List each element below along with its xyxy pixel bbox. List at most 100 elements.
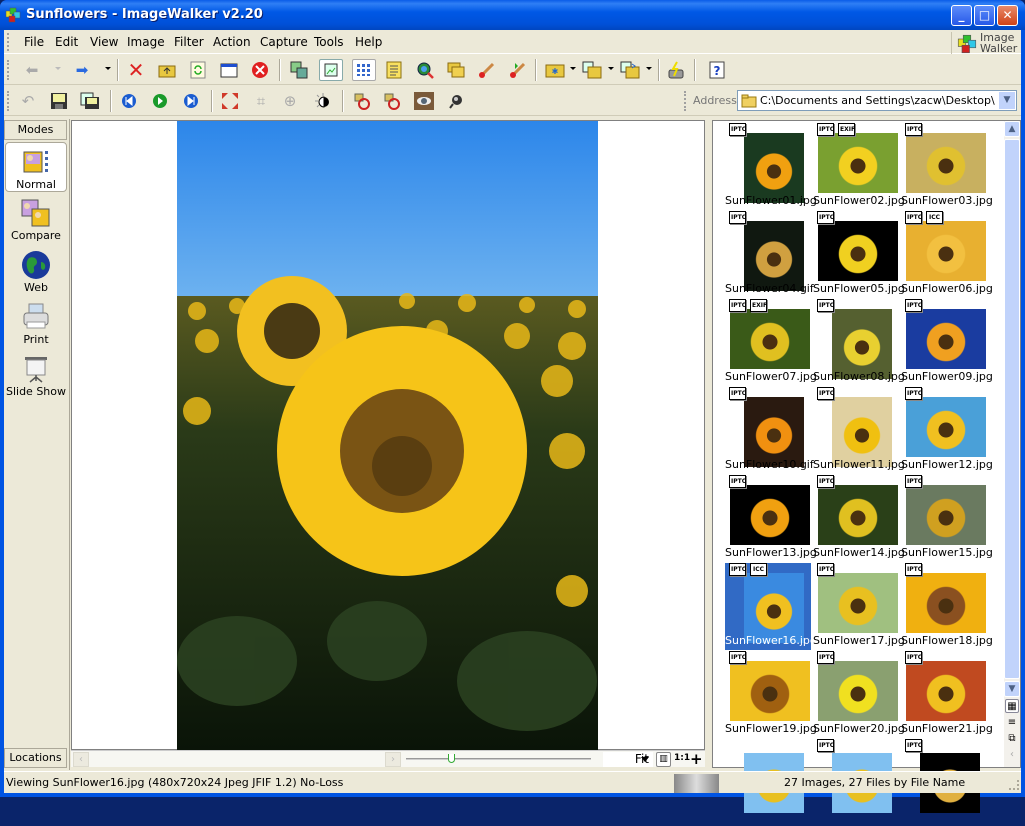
copy-to-icon[interactable]: [582, 60, 602, 80]
zoom-fit-button[interactable]: ▥: [656, 752, 671, 767]
toolbar-grip[interactable]: [7, 60, 10, 80]
rotate-right-icon[interactable]: [382, 91, 402, 111]
menu-view[interactable]: View: [90, 35, 118, 49]
grid-view-icon[interactable]: ▦: [1005, 699, 1019, 713]
scroll-left-button[interactable]: ‹: [73, 752, 89, 767]
notes-icon[interactable]: [384, 60, 404, 80]
mode-normal[interactable]: Normal: [5, 142, 67, 192]
thumbnail-vertical-scrollbar[interactable]: ▲ ▼ ▦ ≡ ⧉ ‹: [1004, 121, 1020, 767]
image-viewer[interactable]: [71, 120, 705, 751]
thumbnail-item[interactable]: IPTC SunFlower17.jpg: [813, 563, 905, 650]
mode-print[interactable]: Print: [5, 298, 67, 348]
web-search-icon[interactable]: [415, 60, 435, 80]
red-eye-icon[interactable]: [414, 91, 434, 111]
scroll-right-button[interactable]: ›: [385, 752, 401, 767]
save-icon[interactable]: [49, 91, 69, 111]
zoom-slider-thumb[interactable]: [448, 754, 456, 763]
batch-convert-icon[interactable]: [289, 60, 309, 80]
new-folder-dropdown-icon[interactable]: [570, 67, 576, 70]
thumbnail-item[interactable]: IPTC SunFlower11.jpg: [813, 387, 905, 474]
locations-button[interactable]: Locations: [4, 748, 67, 768]
new-folder-icon[interactable]: ✱: [545, 60, 565, 80]
previous-image-icon[interactable]: [119, 91, 139, 111]
thumbnail-pane[interactable]: IPTC SunFlower01.jpg IPTC EXIF SunFlower02.j…: [712, 120, 1021, 813]
move-to-icon[interactable]: [620, 60, 640, 80]
zoom-slider[interactable]: [406, 754, 591, 763]
new-window-icon[interactable]: [219, 60, 239, 80]
thumbnail-item[interactable]: IPTC SunFlower20.jpg: [813, 651, 905, 738]
detail-view-icon[interactable]: ⧉: [1005, 732, 1019, 746]
thumbnail-item[interactable]: IPTC SunFlower03.jpg: [901, 123, 993, 210]
address-grip[interactable]: [684, 91, 687, 111]
menu-help[interactable]: Help: [355, 35, 382, 49]
thumbnail-item[interactable]: IPTC SunFlower12.jpg: [901, 387, 993, 474]
refresh-icon[interactable]: [188, 60, 208, 80]
thumbnail-item[interactable]: IPTC SunFlower01.jpg: [725, 123, 817, 210]
thumbnail-item[interactable]: IPTC EXIF SunFlower02.jpg: [813, 123, 905, 210]
move-to-dropdown-icon[interactable]: [646, 67, 652, 70]
next-image-icon[interactable]: [181, 91, 201, 111]
folders-icon[interactable]: [446, 60, 466, 80]
scroll-up-button[interactable]: ▲: [1004, 121, 1020, 137]
auto-touch-up-icon[interactable]: [508, 60, 528, 80]
menu-edit[interactable]: Edit: [55, 35, 78, 49]
forward-dropdown-icon[interactable]: [105, 67, 111, 70]
forward-icon[interactable]: ➡: [72, 60, 92, 80]
thumbnail-item[interactable]: IPTC SunFlower08.jpg: [813, 299, 905, 386]
back-icon[interactable]: ⬅: [22, 60, 42, 80]
zoom-in-button[interactable]: +: [690, 750, 703, 768]
menu-grip[interactable]: [7, 33, 10, 51]
mode-web[interactable]: Web: [5, 246, 67, 296]
mode-slide-show[interactable]: Slide Show: [5, 350, 67, 400]
close-image-icon[interactable]: [250, 60, 270, 80]
help-icon[interactable]: ?: [707, 60, 727, 80]
collapse-icon[interactable]: ‹: [1005, 748, 1019, 762]
thumbnail-item[interactable]: IPTC SunFlower10.gif: [725, 387, 814, 474]
zoom-dropdown-icon[interactable]: [641, 757, 649, 762]
thumbnail-item[interactable]: IPTC SunFlower18.jpg: [901, 563, 993, 650]
thumbnail-item[interactable]: IPTC EXIF SunFlower07.jpg: [725, 299, 817, 386]
back-dropdown-icon[interactable]: [55, 67, 61, 70]
undo-icon[interactable]: ↶: [18, 91, 38, 111]
menu-action[interactable]: Action: [213, 35, 251, 49]
thumbnail-item[interactable]: IPTC ICC SunFlower16.jpg: [725, 563, 817, 650]
scroll-down-button[interactable]: ▼: [1004, 681, 1020, 697]
list-view-icon[interactable]: ≡: [1005, 716, 1019, 730]
menu-file[interactable]: File: [24, 35, 44, 49]
resize-grip-icon[interactable]: [1009, 780, 1019, 790]
copy-to-dropdown-icon[interactable]: [608, 67, 614, 70]
up-folder-icon[interactable]: [157, 60, 177, 80]
brightness-icon[interactable]: [313, 91, 333, 111]
address-dropdown-button[interactable]: ▼: [999, 92, 1015, 109]
toolbar-grip[interactable]: [7, 91, 10, 111]
address-field[interactable]: C:\Documents and Settings\zacw\Desktop\I…: [737, 90, 1017, 111]
menu-capture[interactable]: Capture: [260, 35, 308, 49]
rotate-left-icon[interactable]: [352, 91, 372, 111]
thumbnail-item[interactable]: IPTC ICC SunFlower06.jpg: [901, 211, 993, 298]
viewer-horizontal-scrollbar[interactable]: ‹ › Fit ▥ 1:1 +: [71, 750, 705, 768]
delete-icon[interactable]: ✕: [126, 60, 146, 80]
effects-icon[interactable]: [446, 91, 466, 111]
menu-filter[interactable]: Filter: [174, 35, 204, 49]
touch-up-icon[interactable]: [477, 60, 497, 80]
title-bar[interactable]: Sunflowers - ImageWalker v2.20 _ □ ✕: [0, 0, 1025, 30]
minimize-button[interactable]: _: [951, 5, 972, 26]
thumbnail-item[interactable]: IPTC SunFlower21.jpg: [901, 651, 993, 738]
thumbnail-item[interactable]: IPTC SunFlower19.jpg: [725, 651, 817, 738]
thumbnail-item[interactable]: IPTC SunFlower13.jpg: [725, 475, 817, 562]
thumbnail-item[interactable]: IPTC SunFlower05.jpg: [813, 211, 905, 298]
close-button[interactable]: ✕: [997, 5, 1018, 26]
thumbnail-item[interactable]: IPTC SunFlower04.gif: [725, 211, 814, 298]
fit-icon[interactable]: [220, 91, 240, 111]
zoom-actual-size-button[interactable]: 1:1: [674, 753, 690, 763]
scroll-thumb[interactable]: [1004, 139, 1020, 679]
resize-icon[interactable]: ⊕: [280, 91, 300, 111]
play-slideshow-icon[interactable]: [150, 91, 170, 111]
thumbnail-item[interactable]: IPTC SunFlower14.jpg: [813, 475, 905, 562]
thumbnail-item[interactable]: IPTC SunFlower15.jpg: [901, 475, 993, 562]
mode-compare[interactable]: Compare: [5, 194, 67, 244]
menu-tools[interactable]: Tools: [314, 35, 344, 49]
capture-icon[interactable]: [666, 60, 686, 80]
single-view-icon[interactable]: [319, 59, 343, 81]
menu-image[interactable]: Image: [127, 35, 165, 49]
